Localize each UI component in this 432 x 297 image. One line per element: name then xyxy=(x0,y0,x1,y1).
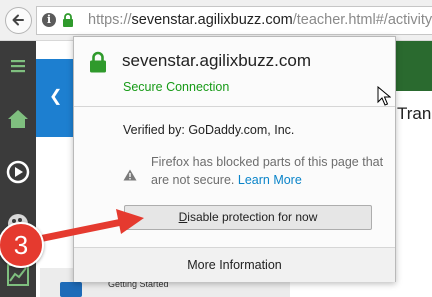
url-text: https://sevenstar.agilixbuzz.com/teacher… xyxy=(88,12,432,28)
popup-footer: More Information xyxy=(74,247,395,282)
chevron-left-icon: ❮ xyxy=(49,88,63,105)
mouse-cursor-icon xyxy=(377,86,391,106)
warning-icon xyxy=(123,169,137,181)
menu-icon[interactable] xyxy=(6,54,30,78)
address-field[interactable]: i https://sevenstar.agilixbuzz.com/teach… xyxy=(36,6,432,35)
learn-more-link[interactable]: Learn More xyxy=(238,173,302,187)
disable-protection-button[interactable]: Disable protection for now xyxy=(124,205,372,230)
blocked-content-message: Firefox has blocked parts of this page t… xyxy=(151,155,384,187)
app-side-panel: ❮ xyxy=(36,41,74,297)
site-host: sevenstar.agilixbuzz.com xyxy=(122,51,311,70)
home-icon[interactable] xyxy=(6,107,30,131)
connection-status: Secure Connection xyxy=(123,80,230,94)
verified-by: Verified by: GoDaddy.com, Inc. xyxy=(123,123,295,137)
back-button[interactable] xyxy=(5,7,32,34)
play-icon[interactable] xyxy=(6,160,30,184)
folder-icon xyxy=(60,282,82,297)
step-number-badge: 3 xyxy=(0,222,44,268)
secure-lock-icon xyxy=(90,51,106,73)
info-icon[interactable]: i xyxy=(42,13,56,27)
divider xyxy=(74,106,395,107)
lock-icon[interactable] xyxy=(62,13,74,27)
url-bar: i https://sevenstar.agilixbuzz.com/teach… xyxy=(0,0,432,41)
back-arrow-icon xyxy=(12,14,24,26)
app-header-bar xyxy=(395,41,432,91)
app-page-title: Tran xyxy=(397,104,432,123)
site-identity-popup: sevenstar.agilixbuzz.com Secure Connecti… xyxy=(73,36,396,282)
more-information-button[interactable]: More Information xyxy=(74,248,395,282)
collapse-panel-button[interactable]: ❮ xyxy=(36,59,74,137)
